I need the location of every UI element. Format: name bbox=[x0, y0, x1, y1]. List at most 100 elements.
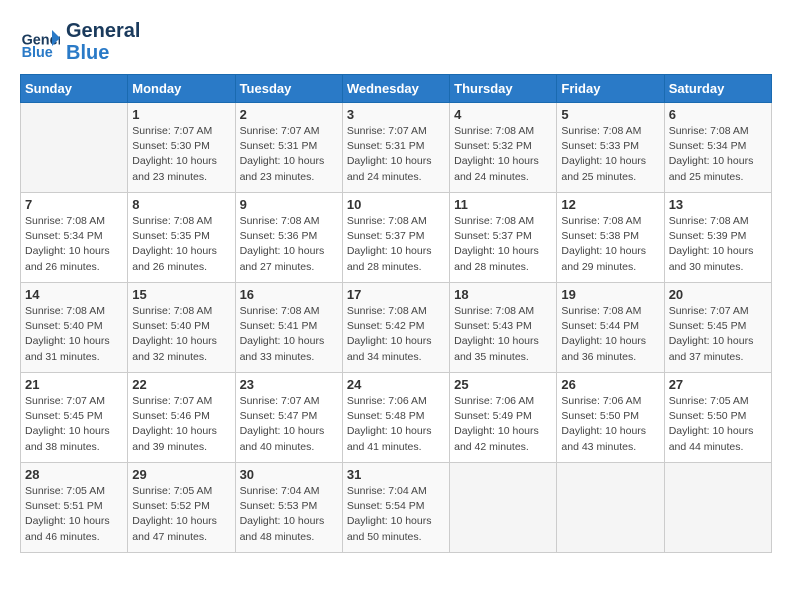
calendar-cell bbox=[21, 103, 128, 193]
day-number: 28 bbox=[25, 467, 123, 482]
day-info: Sunrise: 7:07 AMSunset: 5:31 PMDaylight:… bbox=[347, 124, 445, 185]
day-number: 27 bbox=[669, 377, 767, 392]
day-number: 29 bbox=[132, 467, 230, 482]
calendar-cell: 26 Sunrise: 7:06 AMSunset: 5:50 PMDayligh… bbox=[557, 373, 664, 463]
day-info: Sunrise: 7:08 AMSunset: 5:39 PMDaylight:… bbox=[669, 214, 767, 275]
calendar-cell bbox=[557, 463, 664, 553]
day-info: Sunrise: 7:04 AMSunset: 5:54 PMDaylight:… bbox=[347, 484, 445, 545]
calendar-cell: 31 Sunrise: 7:04 AMSunset: 5:54 PMDayligh… bbox=[342, 463, 449, 553]
calendar-cell: 5 Sunrise: 7:08 AMSunset: 5:33 PMDaylight… bbox=[557, 103, 664, 193]
day-number: 11 bbox=[454, 197, 552, 212]
calendar-cell: 21Sunrise: 7:07 AMSunset: 5:45 PMDayligh… bbox=[21, 373, 128, 463]
logo: General Blue General Blue bbox=[20, 20, 140, 64]
calendar-cell: 27 Sunrise: 7:05 AMSunset: 5:50 PMDayligh… bbox=[664, 373, 771, 463]
day-number: 30 bbox=[240, 467, 338, 482]
day-number: 23 bbox=[240, 377, 338, 392]
day-info: Sunrise: 7:08 AMSunset: 5:37 PMDaylight:… bbox=[347, 214, 445, 275]
day-number: 10 bbox=[347, 197, 445, 212]
day-number: 13 bbox=[669, 197, 767, 212]
calendar-cell: 18 Sunrise: 7:08 AMSunset: 5:43 PMDayligh… bbox=[450, 283, 557, 373]
calendar-header-row: SundayMondayTuesdayWednesdayThursdayFrid… bbox=[21, 75, 772, 103]
week-row-1: 1Sunrise: 7:07 AMSunset: 5:30 PMDaylight… bbox=[21, 103, 772, 193]
day-info: Sunrise: 7:08 AMSunset: 5:37 PMDaylight:… bbox=[454, 214, 552, 275]
calendar-cell bbox=[450, 463, 557, 553]
day-header-thursday: Thursday bbox=[450, 75, 557, 103]
day-number: 5 bbox=[561, 107, 659, 122]
calendar-cell: 2Sunrise: 7:07 AMSunset: 5:31 PMDaylight… bbox=[235, 103, 342, 193]
day-info: Sunrise: 7:05 AMSunset: 5:50 PMDaylight:… bbox=[669, 394, 767, 455]
calendar-cell: 11 Sunrise: 7:08 AMSunset: 5:37 PMDayligh… bbox=[450, 193, 557, 283]
day-number: 18 bbox=[454, 287, 552, 302]
day-header-friday: Friday bbox=[557, 75, 664, 103]
day-number: 19 bbox=[561, 287, 659, 302]
calendar-cell: 28 Sunrise: 7:05 AMSunset: 5:51 PMDayligh… bbox=[21, 463, 128, 553]
day-info: Sunrise: 7:08 AMSunset: 5:34 PMDaylight:… bbox=[25, 214, 123, 275]
day-number: 22 bbox=[132, 377, 230, 392]
logo-icon: General Blue bbox=[20, 22, 60, 62]
day-number: 2 bbox=[240, 107, 338, 122]
day-info: Sunrise: 7:07 AMSunset: 5:45 PMDaylight:… bbox=[669, 304, 767, 365]
day-number: 1 bbox=[132, 107, 230, 122]
day-info: Sunrise: 7:05 AMSunset: 5:52 PMDaylight:… bbox=[132, 484, 230, 545]
calendar-body: 1Sunrise: 7:07 AMSunset: 5:30 PMDaylight… bbox=[21, 103, 772, 553]
day-number: 3 bbox=[347, 107, 445, 122]
calendar-cell: 17 Sunrise: 7:08 AMSunset: 5:42 PMDayligh… bbox=[342, 283, 449, 373]
day-info: Sunrise: 7:08 AMSunset: 5:43 PMDaylight:… bbox=[454, 304, 552, 365]
logo-text-blue: Blue bbox=[66, 42, 140, 64]
day-number: 24 bbox=[347, 377, 445, 392]
day-info: Sunrise: 7:04 AMSunset: 5:53 PMDaylight:… bbox=[240, 484, 338, 545]
day-info: Sunrise: 7:08 AMSunset: 5:33 PMDaylight:… bbox=[561, 124, 659, 185]
day-info: Sunrise: 7:08 AMSunset: 5:32 PMDaylight:… bbox=[454, 124, 552, 185]
calendar-cell: 19Sunrise: 7:08 AMSunset: 5:44 PMDayligh… bbox=[557, 283, 664, 373]
day-number: 31 bbox=[347, 467, 445, 482]
calendar-cell bbox=[664, 463, 771, 553]
day-number: 25 bbox=[454, 377, 552, 392]
day-header-monday: Monday bbox=[128, 75, 235, 103]
day-info: Sunrise: 7:08 AMSunset: 5:36 PMDaylight:… bbox=[240, 214, 338, 275]
day-info: Sunrise: 7:08 AMSunset: 5:42 PMDaylight:… bbox=[347, 304, 445, 365]
day-number: 9 bbox=[240, 197, 338, 212]
week-row-5: 28 Sunrise: 7:05 AMSunset: 5:51 PMDayligh… bbox=[21, 463, 772, 553]
page-header: General Blue General Blue bbox=[20, 20, 772, 64]
day-info: Sunrise: 7:06 AMSunset: 5:48 PMDaylight:… bbox=[347, 394, 445, 455]
day-info: Sunrise: 7:08 AMSunset: 5:35 PMDaylight:… bbox=[132, 214, 230, 275]
calendar-cell: 9 Sunrise: 7:08 AMSunset: 5:36 PMDaylight… bbox=[235, 193, 342, 283]
day-number: 6 bbox=[669, 107, 767, 122]
calendar-cell: 22 Sunrise: 7:07 AMSunset: 5:46 PMDayligh… bbox=[128, 373, 235, 463]
calendar-cell: 6Sunrise: 7:08 AMSunset: 5:34 PMDaylight… bbox=[664, 103, 771, 193]
day-info: Sunrise: 7:08 AMSunset: 5:38 PMDaylight:… bbox=[561, 214, 659, 275]
day-info: Sunrise: 7:08 AMSunset: 5:41 PMDaylight:… bbox=[240, 304, 338, 365]
day-number: 8 bbox=[132, 197, 230, 212]
week-row-3: 14 Sunrise: 7:08 AMSunset: 5:40 PMDayligh… bbox=[21, 283, 772, 373]
calendar-cell: 1Sunrise: 7:07 AMSunset: 5:30 PMDaylight… bbox=[128, 103, 235, 193]
day-number: 21 bbox=[25, 377, 123, 392]
day-info: Sunrise: 7:07 AMSunset: 5:46 PMDaylight:… bbox=[132, 394, 230, 455]
day-number: 12 bbox=[561, 197, 659, 212]
calendar-cell: 16 Sunrise: 7:08 AMSunset: 5:41 PMDayligh… bbox=[235, 283, 342, 373]
day-number: 4 bbox=[454, 107, 552, 122]
calendar-cell: 13 Sunrise: 7:08 AMSunset: 5:39 PMDayligh… bbox=[664, 193, 771, 283]
day-number: 7 bbox=[25, 197, 123, 212]
day-header-wednesday: Wednesday bbox=[342, 75, 449, 103]
day-info: Sunrise: 7:08 AMSunset: 5:40 PMDaylight:… bbox=[25, 304, 123, 365]
day-info: Sunrise: 7:06 AMSunset: 5:50 PMDaylight:… bbox=[561, 394, 659, 455]
day-info: Sunrise: 7:08 AMSunset: 5:40 PMDaylight:… bbox=[132, 304, 230, 365]
day-info: Sunrise: 7:05 AMSunset: 5:51 PMDaylight:… bbox=[25, 484, 123, 545]
day-number: 20 bbox=[669, 287, 767, 302]
logo-text-general: General bbox=[66, 20, 140, 42]
calendar-cell: 10 Sunrise: 7:08 AMSunset: 5:37 PMDayligh… bbox=[342, 193, 449, 283]
day-number: 15 bbox=[132, 287, 230, 302]
day-header-tuesday: Tuesday bbox=[235, 75, 342, 103]
day-number: 26 bbox=[561, 377, 659, 392]
day-number: 14 bbox=[25, 287, 123, 302]
calendar-cell: 12 Sunrise: 7:08 AMSunset: 5:38 PMDayligh… bbox=[557, 193, 664, 283]
week-row-2: 7 Sunrise: 7:08 AMSunset: 5:34 PMDaylight… bbox=[21, 193, 772, 283]
day-number: 17 bbox=[347, 287, 445, 302]
day-info: Sunrise: 7:06 AMSunset: 5:49 PMDaylight:… bbox=[454, 394, 552, 455]
day-info: Sunrise: 7:07 AMSunset: 5:47 PMDaylight:… bbox=[240, 394, 338, 455]
calendar-cell: 25 Sunrise: 7:06 AMSunset: 5:49 PMDayligh… bbox=[450, 373, 557, 463]
day-number: 16 bbox=[240, 287, 338, 302]
day-header-saturday: Saturday bbox=[664, 75, 771, 103]
calendar-cell: 3 Sunrise: 7:07 AMSunset: 5:31 PMDaylight… bbox=[342, 103, 449, 193]
calendar-cell: 23 Sunrise: 7:07 AMSunset: 5:47 PMDayligh… bbox=[235, 373, 342, 463]
